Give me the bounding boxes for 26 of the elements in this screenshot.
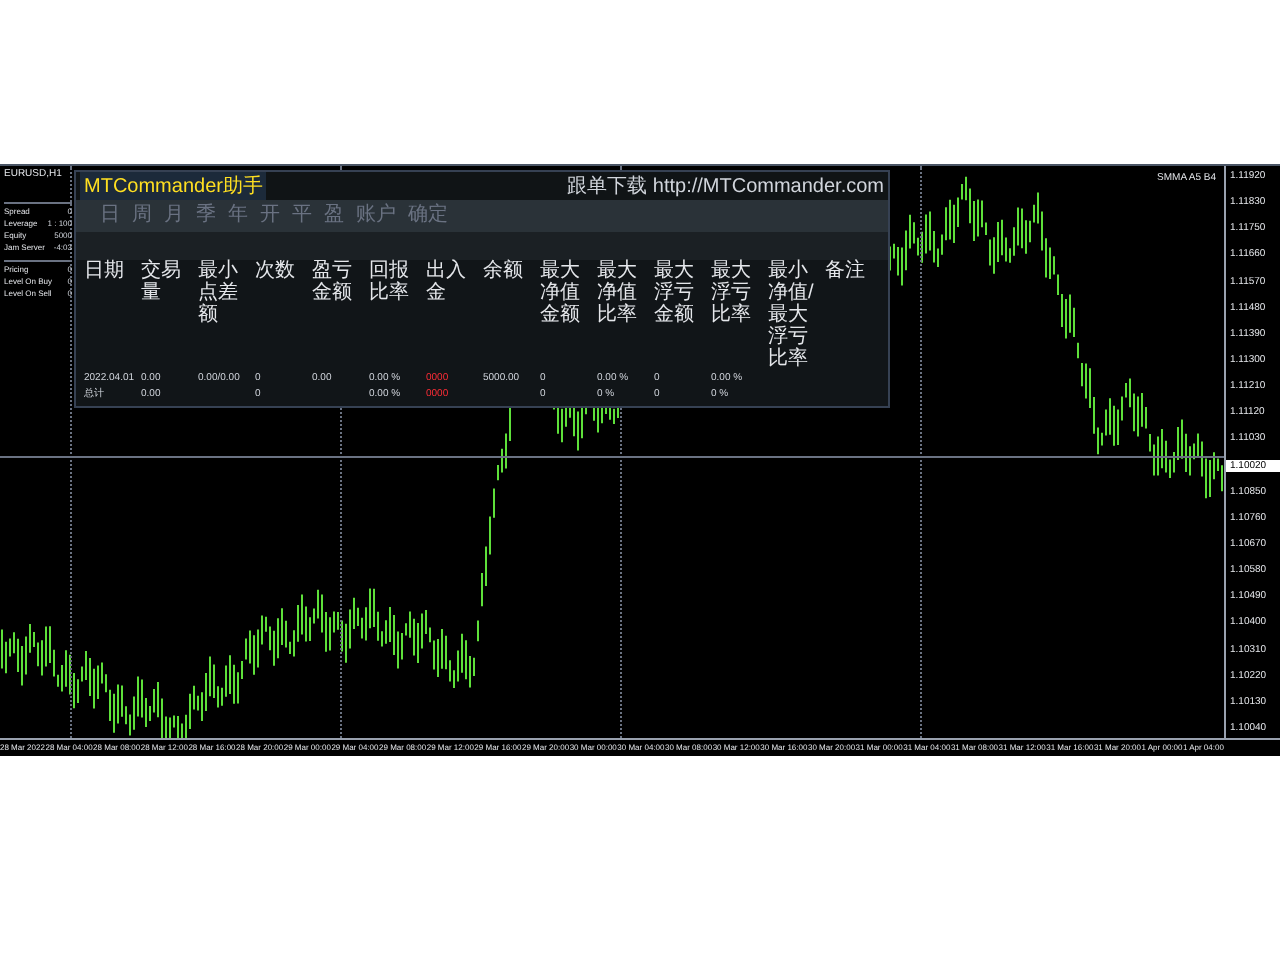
column-header: 最小点差额 (198, 260, 240, 330)
column-header: 盈亏金额 (312, 260, 354, 308)
column-header: 交易量 (141, 260, 183, 308)
column-header: 最大浮亏比率 (711, 260, 753, 330)
column-header: 余额 (483, 260, 525, 286)
toolbar-button[interactable]: 平 (292, 206, 312, 226)
website-link[interactable]: 跟单下载 http://MTCommander.com (567, 171, 884, 201)
toolbar-button[interactable]: 开 (260, 206, 280, 226)
toolbar-button[interactable]: 账户 (356, 206, 396, 226)
panel-title: MTCommander助手 (80, 171, 267, 201)
toolbar-button[interactable]: 季 (196, 206, 216, 226)
column-header: 最大净值比率 (597, 260, 639, 330)
toolbar-button[interactable]: 日 (100, 206, 120, 226)
column-header: 备注 (825, 260, 867, 286)
column-header: 最大浮亏金额 (654, 260, 696, 330)
column-header: 日期 (84, 260, 126, 286)
column-header: 最大净值金额 (540, 260, 582, 330)
toolbar-button[interactable]: 盈 (324, 206, 344, 226)
column-header: 次数 (255, 260, 297, 286)
toolbar-button[interactable]: 月 (164, 206, 184, 226)
column-header: 出入金 (426, 260, 468, 308)
toolbar-button[interactable]: 确定 (408, 206, 448, 226)
column-header: 回报比率 (369, 260, 411, 308)
column-header: 最小净值/最大浮亏比率 (768, 260, 816, 370)
toolbar-button[interactable]: 周 (132, 206, 152, 226)
toolbar-button[interactable]: 年 (228, 206, 248, 226)
